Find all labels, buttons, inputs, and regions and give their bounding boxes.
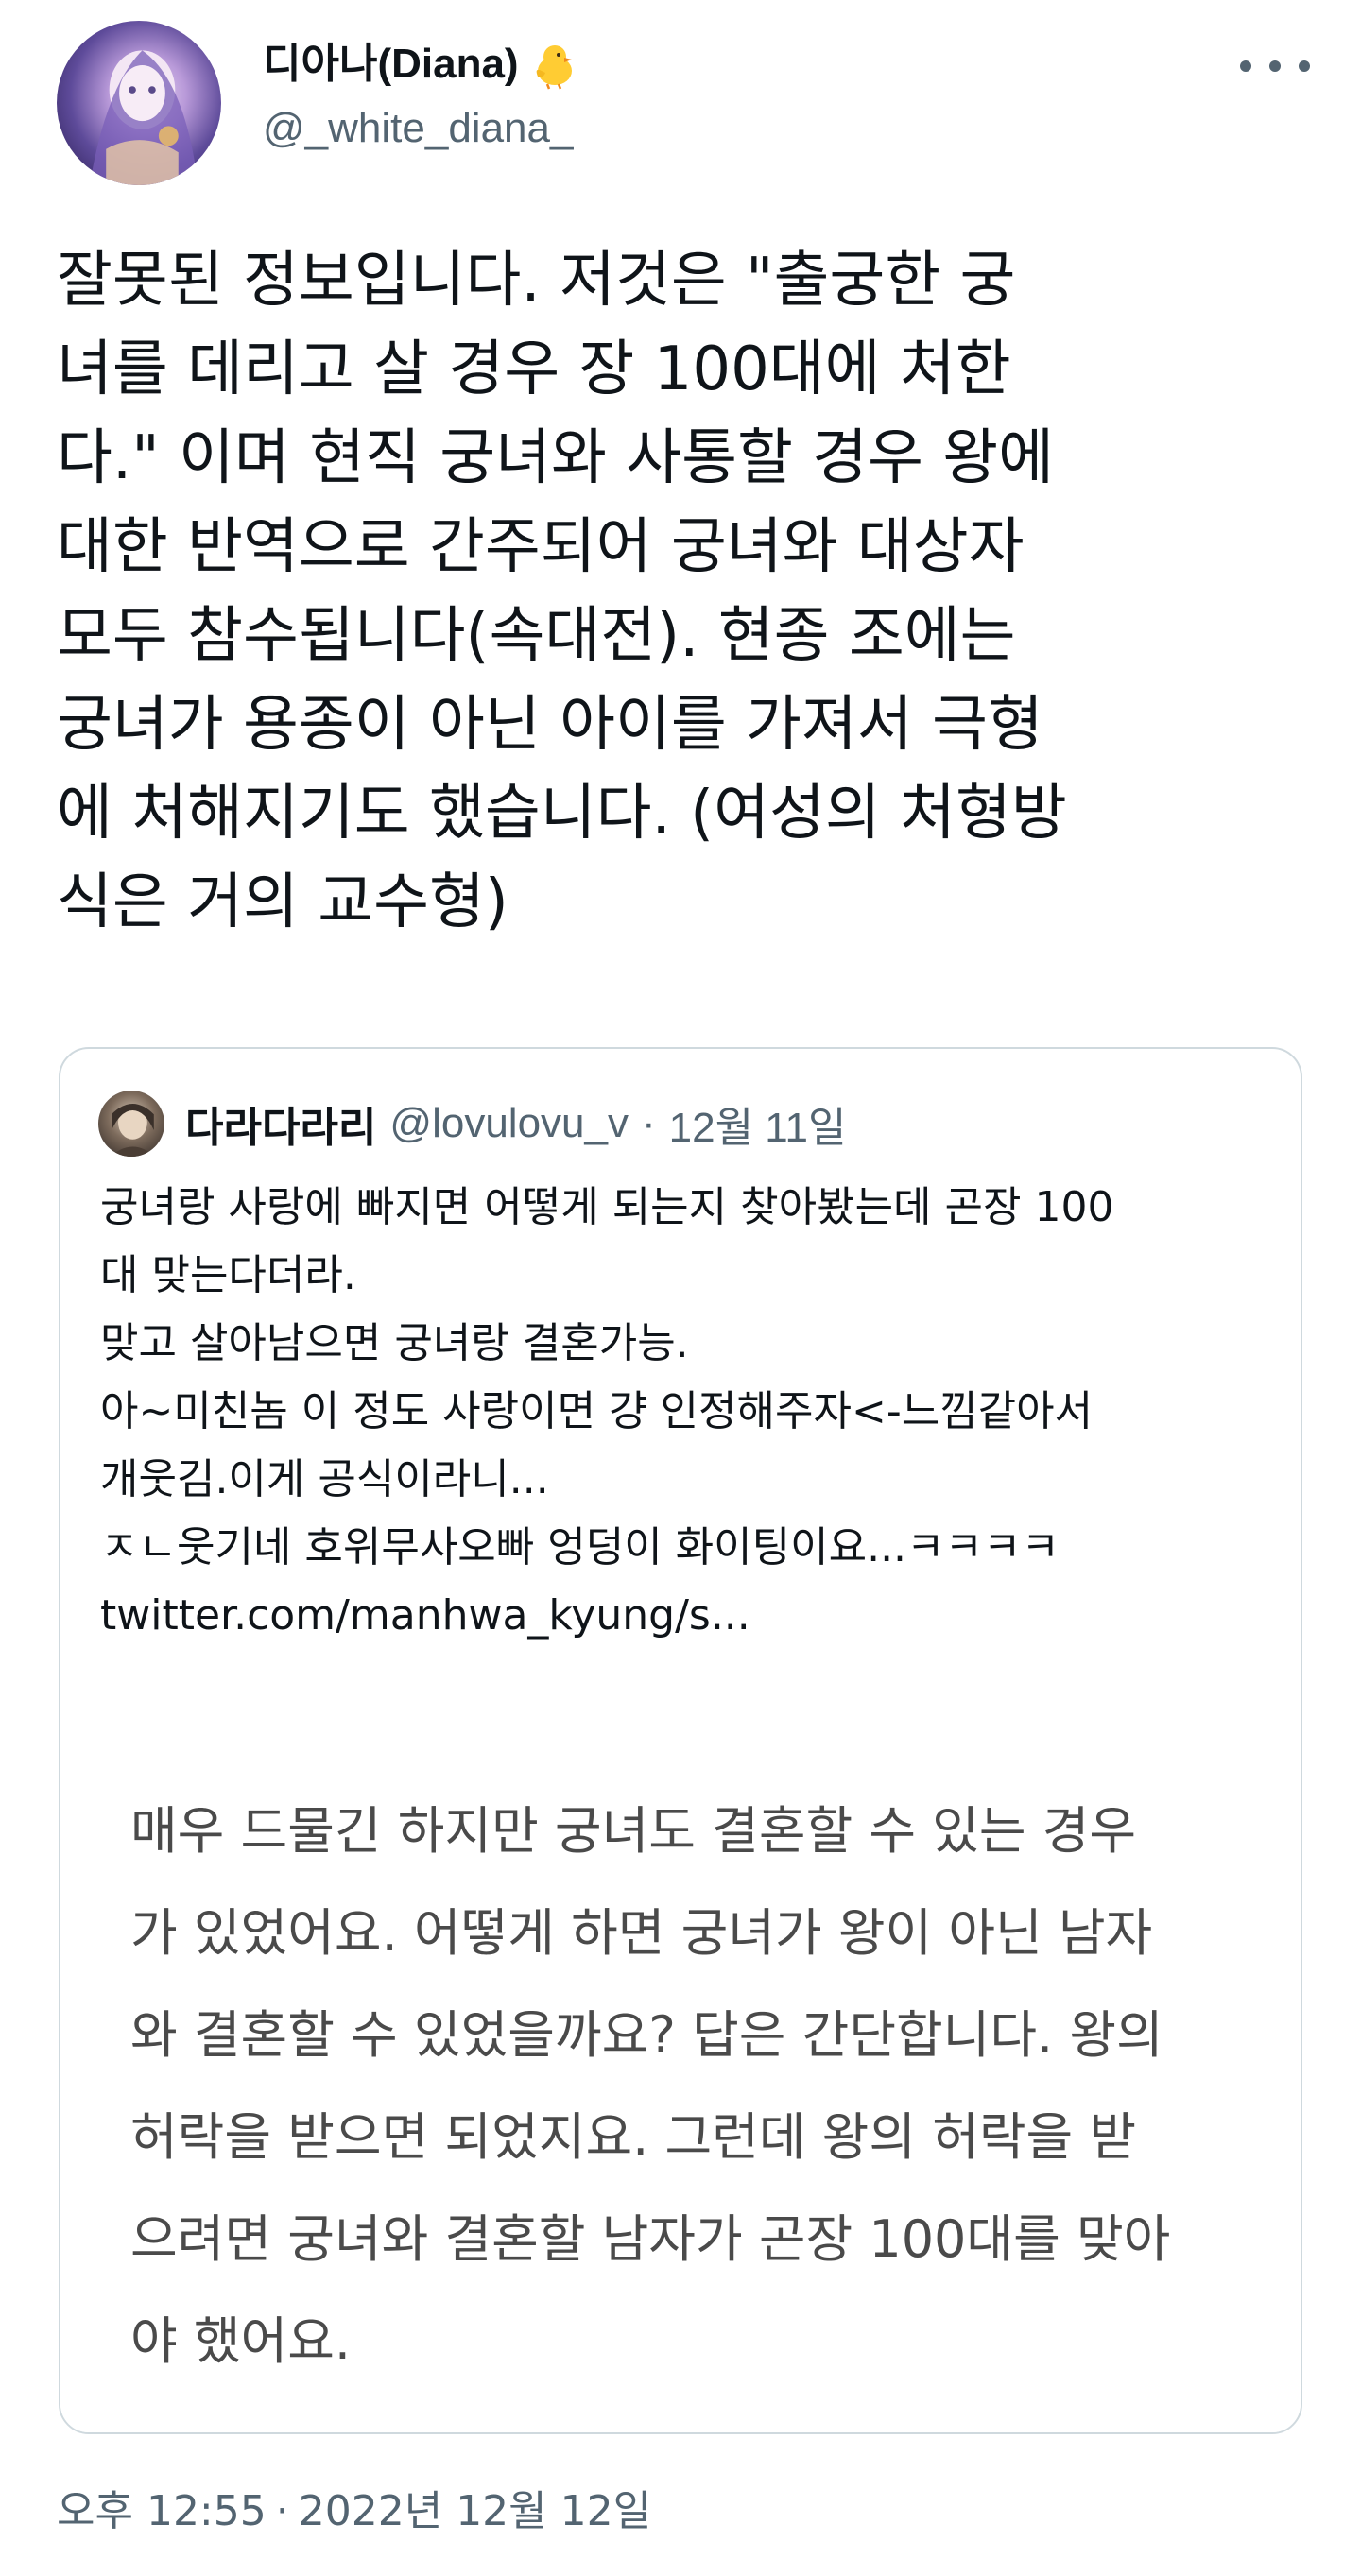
tweet-time: 오후 12:55 (57, 2487, 267, 2535)
more-dot (1269, 60, 1281, 72)
author-handle[interactable]: @_white_diana_ (263, 102, 573, 155)
quoted-tweet-card[interactable]: 다라다라리 @lovulovu_v · 12월 11일 궁녀랑 사랑에 빠지면 … (59, 1047, 1302, 2434)
author-name-row: 디아나(Diana) (263, 36, 579, 93)
tweet-date: 2022년 12월 12일 (298, 2487, 652, 2535)
more-dot (1299, 60, 1310, 72)
more-dot (1240, 60, 1251, 72)
author-display-name[interactable]: 디아나(Diana) (263, 36, 519, 93)
more-options-icon[interactable] (1240, 45, 1310, 87)
quoted-author-avatar[interactable] (98, 1091, 164, 1157)
avatar-illustration (89, 50, 198, 185)
quoted-header-separator: · (641, 1100, 656, 1146)
quoted-tweet-header: 다라다라리 @lovulovu_v · 12월 11일 (185, 1091, 846, 1157)
chick-emoji-icon (528, 39, 579, 90)
quoted-tweet-date[interactable]: 12월 11일 (669, 1093, 847, 1154)
author-avatar[interactable] (57, 21, 221, 185)
quoted-tweet-text: 궁녀랑 사랑에 빠지면 어떻게 되는지 찾아봤는데 곤장 100 대 맞는다더라… (100, 1183, 1114, 1640)
tweet-header: 디아나(Diana) @_white_diana_ (0, 0, 1361, 198)
quoted-author-handle[interactable]: @lovulovu_v (389, 1100, 629, 1147)
tweet-body-text: 잘못된 정보입니다. 저것은 "출궁한 궁 녀를 데리고 살 경우 장 100대… (57, 246, 1067, 937)
tweet-timestamp[interactable]: 오후 12:55 · 2022년 12월 12일 (57, 2483, 651, 2540)
quoted-tweet-image[interactable]: 매우 드물긴 하지만 궁녀도 결혼할 수 있는 경우 가 있었어요. 어떻게 하… (60, 1731, 1301, 2432)
timestamp-separator: · (275, 2487, 289, 2535)
quoted-author-display-name[interactable]: 다라다라리 (185, 1093, 376, 1154)
quoted-avatar-illustration (110, 1104, 156, 1157)
quoted-image-text: 매우 드물긴 하지만 궁녀도 결혼할 수 있는 경우 가 있었어요. 어떻게 하… (130, 1801, 1171, 2371)
